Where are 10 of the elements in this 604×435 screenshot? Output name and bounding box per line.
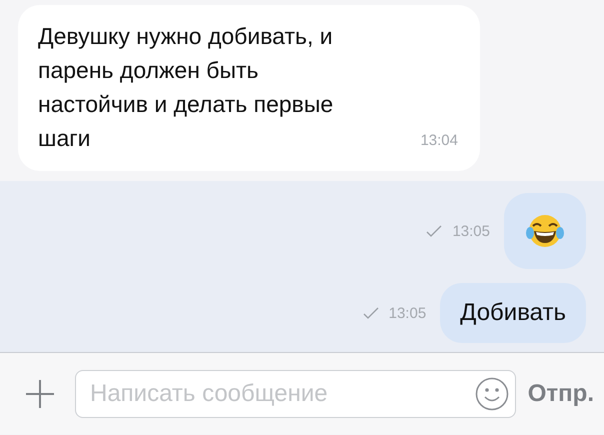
laughing-face-icon: [525, 213, 565, 249]
message-input[interactable]: Написать сообщение: [75, 370, 516, 418]
message-time: 13:05: [388, 304, 426, 322]
message-text: Девушку нужно добивать, и парень должен быть настойчив и делать первые шаги: [38, 22, 334, 153]
message-time: 13:05: [452, 222, 490, 240]
message-time: 13:04: [420, 132, 458, 149]
message-bubble: Добивать: [440, 283, 586, 343]
send-button[interactable]: Отпр.: [528, 380, 594, 408]
smiley-icon[interactable]: [474, 376, 509, 410]
plus-icon[interactable]: [25, 378, 55, 408]
